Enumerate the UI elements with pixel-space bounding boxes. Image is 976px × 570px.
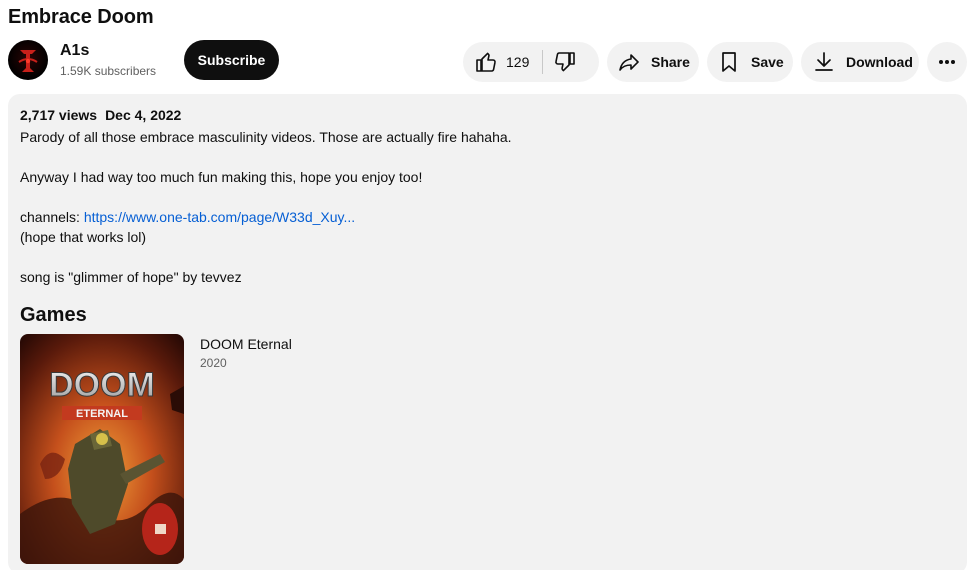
- video-meta: 2,717 views Dec 4, 2022: [20, 107, 181, 123]
- like-divider: [542, 50, 543, 74]
- description-line: (hope that works lol): [20, 229, 147, 245]
- upload-date: Dec 4, 2022: [105, 107, 182, 123]
- subscribe-button[interactable]: Subscribe: [184, 40, 279, 80]
- share-label: Share: [651, 54, 690, 70]
- dislike-button[interactable]: [553, 50, 577, 74]
- share-arrow-icon: [619, 54, 639, 71]
- game-year: 2020: [200, 356, 227, 370]
- description-panel[interactable]: 2,717 views Dec 4, 2022 Parody of all tho…: [8, 94, 967, 570]
- channel-name[interactable]: A1s: [60, 42, 89, 60]
- game-cover[interactable]: DOOM ETERNAL: [20, 334, 184, 564]
- cover-sublogo: ETERNAL: [76, 408, 128, 420]
- video-title: Embrace Doom: [8, 6, 154, 28]
- bookmark-icon: [722, 52, 736, 72]
- description-line: song is "glimmer of hope" by tevvez: [20, 269, 242, 285]
- like-button[interactable]: 129: [463, 42, 529, 82]
- download-label: Download: [846, 54, 913, 70]
- download-button[interactable]: Download: [801, 42, 919, 82]
- avatar-logo-icon: [18, 50, 38, 72]
- description-line: Parody of all those embrace masculinity …: [20, 129, 512, 145]
- channels-prefix: channels:: [20, 209, 84, 225]
- share-button[interactable]: Share: [607, 42, 699, 82]
- game-title[interactable]: DOOM Eternal: [200, 336, 292, 352]
- cover-logo: DOOM: [49, 366, 155, 404]
- save-button[interactable]: Save: [707, 42, 793, 82]
- more-actions-button[interactable]: [927, 42, 967, 82]
- description-line: channels: https://www.one-tab.com/page/W…: [20, 207, 512, 227]
- channels-link[interactable]: https://www.one-tab.com/page/W33d_Xuy...: [84, 209, 355, 225]
- games-heading: Games: [20, 304, 87, 326]
- description-line: Anyway I had way too much fun making thi…: [20, 169, 423, 185]
- thumbs-down-icon: [555, 52, 575, 72]
- view-count: 2,717 views: [20, 107, 98, 123]
- download-icon: [815, 52, 833, 71]
- like-count: 129: [506, 54, 530, 70]
- channel-avatar[interactable]: [8, 40, 48, 80]
- like-dislike-group: 129: [463, 42, 599, 82]
- doom-eternal-cover-image: DOOM ETERNAL: [20, 334, 184, 564]
- description-text: Parody of all those embrace masculinity …: [20, 127, 512, 287]
- owner-row: A1s 1.59K subscribers Subscribe 129 Shar…: [8, 38, 968, 84]
- thumbs-up-icon: [476, 52, 496, 72]
- more-horizontal-icon: [939, 60, 955, 64]
- save-label: Save: [751, 54, 784, 70]
- subscriber-count: 1.59K subscribers: [60, 64, 157, 78]
